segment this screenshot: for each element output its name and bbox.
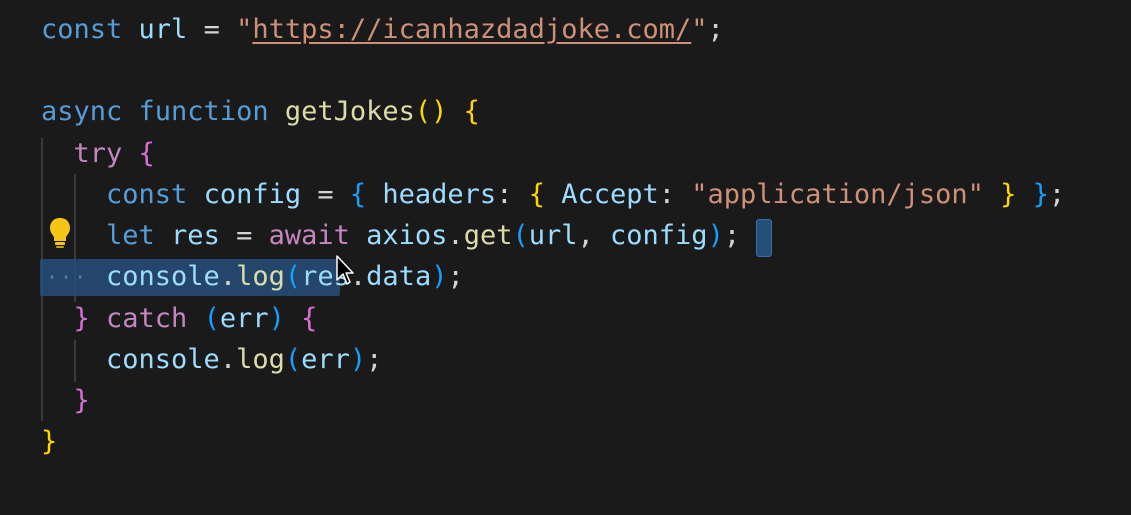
code-token: async	[41, 96, 123, 127]
code-token: }	[1016, 179, 1049, 210]
cursor-highlight	[756, 219, 772, 257]
code-token: )	[268, 303, 302, 334]
line-console-res[interactable]: console.log(res.data);	[41, 256, 464, 297]
code-token: getJokes	[284, 96, 415, 127]
code-token: .	[219, 261, 237, 292]
code-token: (	[284, 261, 302, 292]
code-token: url	[528, 220, 578, 251]
code-token: (	[284, 344, 302, 375]
line-console-err[interactable]: console.log(err);	[41, 339, 382, 380]
code-token: const	[41, 179, 188, 210]
code-token: )	[707, 220, 724, 251]
line-async[interactable]: async function getJokes() {	[41, 91, 480, 132]
code-token: const	[41, 14, 123, 45]
code-token: {	[528, 179, 562, 210]
code-token: {	[301, 303, 318, 334]
line-config[interactable]: const config = { headers: { Accept: "app…	[41, 174, 1065, 215]
code-token: =	[203, 14, 237, 45]
code-token: url	[122, 14, 204, 45]
code-token: {	[463, 96, 480, 127]
code-token: "application/json"	[691, 179, 984, 210]
code-token: ;	[723, 220, 741, 251]
code-token: catch	[89, 303, 204, 334]
code-token: console	[41, 261, 220, 292]
code-token: try	[41, 138, 123, 169]
line-close-catch[interactable]: }	[41, 380, 90, 421]
line-catch[interactable]: } catch (err) {	[41, 298, 318, 339]
code-token: ;	[366, 344, 383, 375]
code-token: data	[366, 261, 432, 292]
code-token: :	[658, 179, 692, 210]
code-token: config	[610, 220, 708, 251]
code-token: =	[317, 179, 350, 210]
code-token: )	[431, 261, 448, 292]
code-token: https://icanhazdadjoke.com/	[252, 14, 692, 45]
code-token: {	[349, 179, 383, 210]
code-token: (	[203, 303, 220, 334]
lightbulb-icon[interactable]	[48, 216, 72, 250]
code-token: res	[154, 220, 237, 251]
code-token: }	[41, 303, 90, 334]
code-token: config	[187, 179, 318, 210]
code-token: function	[122, 96, 285, 127]
code-token: log	[236, 261, 285, 292]
code-token: console	[41, 344, 220, 375]
code-token: err	[301, 344, 350, 375]
code-token: :	[496, 179, 529, 210]
code-token: )	[349, 344, 367, 375]
line-let[interactable]: let res = await axios.get(url, config);	[41, 215, 740, 256]
code-token: get	[463, 220, 513, 251]
line-url[interactable]: const url = "https://icanhazdadjoke.com/…	[41, 9, 724, 50]
code-token: await	[268, 220, 350, 251]
code-token: }	[41, 426, 58, 457]
code-token: {	[122, 138, 155, 169]
code-token: ,	[577, 220, 611, 251]
code-token: ()	[414, 96, 464, 127]
code-token: "	[236, 14, 253, 45]
code-token: log	[236, 344, 285, 375]
code-token: ;	[707, 14, 724, 45]
code-token: .	[219, 344, 237, 375]
mouse-pointer-icon	[335, 254, 355, 286]
code-token: }	[41, 385, 90, 416]
code-editor[interactable]: ··· const url = "https://icanhazdadjoke.…	[0, 0, 1131, 515]
code-token: axios	[349, 220, 448, 251]
code-token: headers	[382, 179, 497, 210]
code-token: }	[983, 179, 1017, 210]
code-token: Accept	[561, 179, 659, 210]
line-try[interactable]: try {	[41, 133, 155, 174]
code-token: err	[219, 303, 269, 334]
line-close-fn[interactable]: }	[41, 421, 57, 462]
code-token: .	[447, 220, 464, 251]
code-token: "	[691, 14, 708, 45]
code-token: ;	[1048, 179, 1066, 210]
code-token: ;	[447, 261, 464, 292]
code-token: =	[236, 220, 269, 251]
code-token: (	[512, 220, 529, 251]
